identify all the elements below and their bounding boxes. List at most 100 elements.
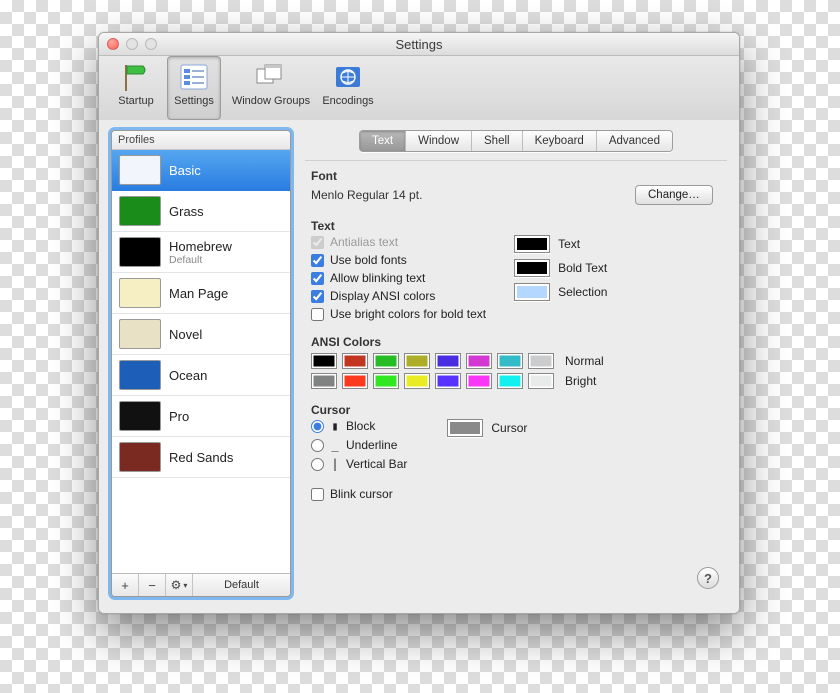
ansi-bright-5[interactable] (466, 373, 492, 389)
ansi-normal-3[interactable] (404, 353, 430, 369)
toolbar-startup[interactable]: Startup (109, 56, 163, 120)
ansi-grid: NormalBright (311, 353, 721, 389)
ansi-row-bright: Bright (311, 373, 721, 389)
profiles-add-button[interactable]: + (112, 574, 139, 596)
cursor-shape-label: Vertical Bar (346, 457, 407, 471)
text-section-label: Text (311, 219, 721, 233)
ansi-bright-6[interactable] (497, 373, 523, 389)
text-option-blink[interactable]: Allow blinking text (311, 271, 486, 285)
ansi-bright-7[interactable] (528, 373, 554, 389)
text-option-ansi[interactable]: Display ANSI colors (311, 289, 486, 303)
ansi-bright-1[interactable] (342, 373, 368, 389)
checkbox-antialias (311, 236, 324, 249)
profile-item-basic[interactable]: Basic (112, 150, 290, 191)
ansi-normal-0[interactable] (311, 353, 337, 369)
text-swatches: TextBold TextSelection (514, 235, 607, 321)
tab-text[interactable]: Text (360, 131, 406, 151)
selection-color-well[interactable] (514, 283, 550, 301)
profile-item-red-sands[interactable]: Red Sands (112, 437, 290, 478)
ansi-bright-2[interactable] (373, 373, 399, 389)
radio-block[interactable] (311, 420, 324, 433)
ansi-section-label: ANSI Colors (311, 335, 721, 349)
cursor-options: ▮Block _Underline |Vertical Bar Blink curso… (311, 419, 407, 501)
text-color-label: Text (558, 237, 580, 251)
profile-thumb (119, 237, 161, 267)
toolbar-encodings[interactable]: Encodings (321, 56, 375, 120)
profile-item-novel[interactable]: Novel (112, 314, 290, 355)
toolbar-settings[interactable]: Settings (167, 56, 221, 120)
font-section: Font Menlo Regular 14 pt. Change… (311, 169, 721, 205)
ansi-normal-6[interactable] (497, 353, 523, 369)
ansi-bright-3[interactable] (404, 373, 430, 389)
toolbar-window-groups[interactable]: Window Groups (225, 56, 317, 120)
profile-thumb (119, 401, 161, 431)
profile-item-grass[interactable]: Grass (112, 191, 290, 232)
ansi-normal-4[interactable] (435, 353, 461, 369)
cursor-shape-block[interactable]: ▮Block (311, 419, 407, 433)
ansi-section: ANSI Colors NormalBright (311, 335, 721, 389)
checkbox-blink[interactable] (311, 272, 324, 285)
profile-sublabel: Default (169, 254, 232, 266)
checkbox-blink-cursor[interactable] (311, 488, 324, 501)
text-options: Antialias text Use bold fonts Allow blinki… (311, 235, 486, 321)
cursor-color-label: Cursor (491, 421, 527, 435)
cursor-section-label: Cursor (311, 403, 721, 417)
radio-underline[interactable] (311, 439, 324, 452)
ansi-normal-2[interactable] (373, 353, 399, 369)
help-button[interactable]: ? (697, 567, 719, 589)
profile-name: Homebrew (169, 239, 232, 254)
font-change-button[interactable]: Change… (635, 185, 713, 205)
tab-keyboard[interactable]: Keyboard (523, 131, 597, 151)
ansi-bright-0[interactable] (311, 373, 337, 389)
tab-window[interactable]: Window (406, 131, 472, 151)
profile-thumb (119, 442, 161, 472)
profile-thumb (119, 319, 161, 349)
profile-item-man-page[interactable]: Man Page (112, 273, 290, 314)
profile-thumb (119, 278, 161, 308)
cursor-color-well[interactable] (447, 419, 483, 437)
ansi-normal-1[interactable] (342, 353, 368, 369)
text-option-antialias: Antialias text (311, 235, 486, 249)
checkbox-bold[interactable] (311, 254, 324, 267)
toolbar-settings-label: Settings (174, 95, 214, 107)
text-option-brightbold[interactable]: Use bright colors for bold text (311, 307, 486, 321)
profile-item-homebrew[interactable]: HomebrewDefault (112, 232, 290, 273)
profiles-default-button[interactable]: Default (193, 574, 290, 596)
tab-advanced[interactable]: Advanced (597, 131, 672, 151)
radio-vbar[interactable] (311, 458, 324, 471)
toolbar-encodings-label: Encodings (322, 95, 373, 107)
ansi-normal-7[interactable] (528, 353, 554, 369)
checkbox-ansi[interactable] (311, 290, 324, 303)
profile-item-ocean[interactable]: Ocean (112, 355, 290, 396)
minimize-button[interactable] (126, 38, 138, 50)
profiles-remove-button[interactable]: − (139, 574, 166, 596)
tab-shell[interactable]: Shell (472, 131, 523, 151)
boldtext-color-label: Bold Text (558, 261, 607, 275)
ansi-bright-4[interactable] (435, 373, 461, 389)
windows-icon (254, 61, 288, 93)
text-option-label: Use bold fonts (330, 253, 407, 267)
close-button[interactable] (107, 38, 119, 50)
zoom-button[interactable] (145, 38, 157, 50)
gear-icon: ⚙ (171, 578, 182, 592)
text-color-well[interactable] (514, 235, 550, 253)
profiles-action-button[interactable]: ⚙▾ (166, 574, 193, 596)
cursor-blink-option[interactable]: Blink cursor (311, 487, 407, 501)
tab-segment: TextWindowShellKeyboardAdvanced (359, 130, 673, 152)
text-option-bold[interactable]: Use bold fonts (311, 253, 486, 267)
cursor-shape-underline[interactable]: _Underline (311, 438, 407, 452)
profile-name: Grass (169, 204, 204, 219)
text-option-label: Antialias text (330, 235, 398, 249)
traffic-lights (107, 38, 157, 50)
ansi-normal-5[interactable] (466, 353, 492, 369)
text-option-label: Display ANSI colors (330, 289, 435, 303)
profile-thumb (119, 360, 161, 390)
checkbox-brightbold[interactable] (311, 308, 324, 321)
toolbar-window-groups-label: Window Groups (232, 95, 310, 107)
boldtext-color-well[interactable] (514, 259, 550, 277)
profile-name: Man Page (169, 286, 228, 301)
cursor-shape-vbar[interactable]: |Vertical Bar (311, 457, 407, 471)
globe-icon (331, 61, 365, 93)
chevron-down-icon: ▾ (183, 581, 187, 590)
profile-item-pro[interactable]: Pro (112, 396, 290, 437)
